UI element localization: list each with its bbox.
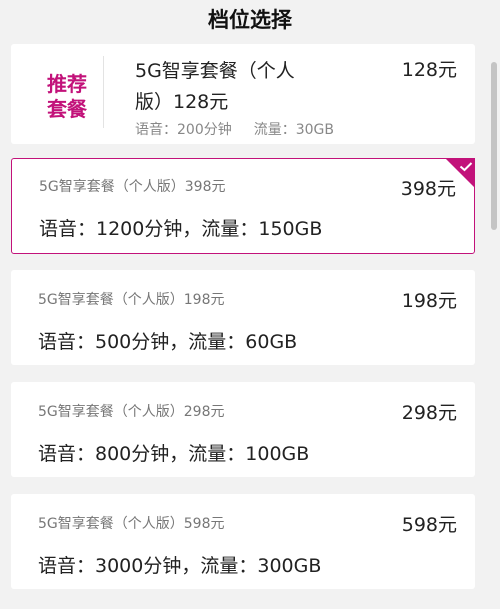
scrollbar[interactable] [489,44,500,609]
plan-features: 语音：1200分钟，流量：150GB [39,218,323,240]
plan-price: 298元 [401,402,457,424]
plan-price: 598元 [401,514,457,536]
plan-name: 5G智享套餐（个人版）298元 [38,404,225,420]
recommended-plan-details: 语音：200分钟 流量：30GB [135,119,334,139]
plan-card-198[interactable]: 5G智享套餐（个人版）198元 198元 语音：500分钟，流量：60GB [11,270,475,365]
recommended-plan-name-line2: 版）128元 [135,91,229,113]
page-title: 档位选择 [208,8,292,32]
recommended-voice: 语音：200分钟 [135,122,232,138]
recommended-badge-line1: 推荐 [47,72,87,96]
selected-check-icon [445,158,475,188]
plan-features: 语音：3000分钟，流量：300GB [38,555,322,577]
recommended-badge-line2: 套餐 [47,97,87,121]
recommended-badge: 推荐 套餐 [31,72,103,122]
plan-price: 198元 [401,290,457,312]
recommended-plan-name: 5G智享套餐（个人 版）128元 [135,56,335,118]
plan-features: 语音：500分钟，流量：60GB [38,331,298,353]
recommended-plan-card[interactable]: 推荐 套餐 5G智享套餐（个人 版）128元 语音：200分钟 流量：30GB 1… [11,44,475,144]
plan-name: 5G智享套餐（个人版）398元 [39,179,226,195]
recommended-data: 流量：30GB [253,122,335,138]
plan-card-598[interactable]: 5G智享套餐（个人版）598元 598元 语音：3000分钟，流量：300GB [11,494,475,589]
plan-name: 5G智享套餐（个人版）198元 [38,292,225,308]
plan-name: 5G智享套餐（个人版）598元 [38,516,225,532]
plan-card-398[interactable]: 5G智享套餐（个人版）398元 398元 语音：1200分钟，流量：150GB [11,158,475,254]
recommended-plan-price: 128元 [401,59,457,81]
scrollbar-thumb[interactable] [491,62,497,230]
plan-card-298[interactable]: 5G智享套餐（个人版）298元 298元 语音：800分钟，流量：100GB [11,382,475,477]
plan-features: 语音：800分钟，流量：100GB [38,443,310,465]
divider [103,56,104,128]
recommended-plan-name-line1: 5G智享套餐（个人 [135,60,295,82]
